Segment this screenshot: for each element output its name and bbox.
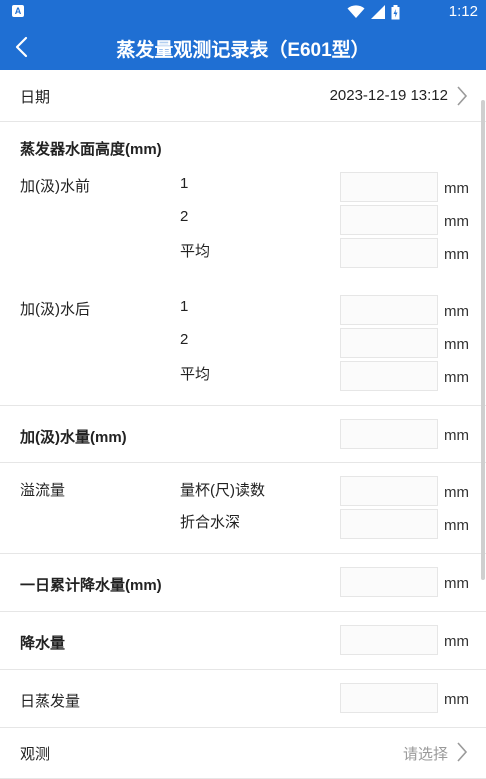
unit-label: mm [444, 691, 469, 708]
evap-row: 日蒸发量 mm [0, 670, 486, 728]
overflow-depth-label: 折合水深 [180, 514, 241, 531]
app-notification-icon: A [12, 5, 24, 17]
wifi-icon [347, 5, 365, 18]
unit-label: mm [444, 369, 469, 386]
after-1-input[interactable] [340, 295, 438, 325]
signal-icon [371, 5, 385, 19]
overflow-reading-input[interactable] [340, 476, 438, 506]
unit-label: mm [444, 575, 469, 592]
after-avg-input[interactable] [340, 361, 438, 391]
before-1-input[interactable] [340, 172, 438, 202]
before-label: 加(汲)水前 [20, 178, 90, 195]
before-row-1-label: 1 [180, 175, 189, 192]
unit-label: mm [444, 336, 469, 353]
unit-label: mm [444, 517, 469, 534]
unit-label: mm [444, 484, 469, 501]
status-bar: A 1:12 [0, 0, 486, 24]
section-water-height: 蒸发器水面高度(mm) 加(汲)水前 1 mm 2 mm 平均 mm 加(汲)水… [0, 122, 486, 406]
before-row-avg-label: 平均 [180, 243, 211, 260]
date-value: 2023-12-19 13:12 [329, 87, 448, 104]
unit-label: mm [444, 427, 469, 444]
date-label: 日期 [20, 89, 51, 106]
unit-label: mm [444, 303, 469, 320]
chevron-right-icon [457, 86, 468, 106]
unit-label: mm [444, 633, 469, 650]
scrollbar[interactable] [481, 100, 485, 580]
before-avg-input[interactable] [340, 238, 438, 268]
after-row-2-label: 2 [180, 331, 189, 348]
app-bar: 蒸发量观测记录表（E601型） [0, 24, 486, 70]
unit-label: mm [444, 213, 469, 230]
after-row-avg-label: 平均 [180, 366, 211, 383]
daily-precip-input[interactable] [340, 567, 438, 597]
observe-label: 观测 [20, 746, 51, 763]
evap-input[interactable] [340, 683, 438, 713]
before-row-2-label: 2 [180, 208, 189, 225]
overflow-depth-input[interactable] [340, 509, 438, 539]
precip-input[interactable] [340, 625, 438, 655]
section-title-water-height: 蒸发器水面高度(mm) [20, 141, 162, 158]
battery-icon [391, 4, 400, 19]
unit-label: mm [444, 180, 469, 197]
daily-precip-label: 一日累计降水量(mm) [20, 577, 162, 594]
overflow-reading-label: 量杯(尺)读数 [180, 482, 265, 499]
after-2-input[interactable] [340, 328, 438, 358]
after-row-1-label: 1 [180, 298, 189, 315]
add-water-row: 加(汲)水量(mm) mm [0, 406, 486, 463]
precip-row: 降水量 mm [0, 612, 486, 670]
add-water-input[interactable] [340, 419, 438, 449]
evap-label: 日蒸发量 [20, 693, 81, 710]
daily-precip-row: 一日累计降水量(mm) mm [0, 554, 486, 612]
overflow-label: 溢流量 [20, 482, 66, 499]
overflow-row: 溢流量 量杯(尺)读数 mm 折合水深 mm [0, 463, 486, 554]
add-water-label: 加(汲)水量(mm) [20, 429, 127, 446]
observe-row[interactable]: 观测 请选择 [0, 728, 486, 779]
after-label: 加(汲)水后 [20, 301, 90, 318]
date-row[interactable]: 日期 2023-12-19 13:12 [0, 70, 486, 122]
status-time: 1:12 [448, 3, 478, 20]
page-title: 蒸发量观测记录表（E601型） [116, 40, 370, 61]
chevron-right-icon [457, 742, 468, 762]
unit-label: mm [444, 246, 469, 263]
observe-placeholder: 请选择 [402, 746, 448, 763]
precip-label: 降水量 [20, 635, 66, 652]
before-2-input[interactable] [340, 205, 438, 235]
